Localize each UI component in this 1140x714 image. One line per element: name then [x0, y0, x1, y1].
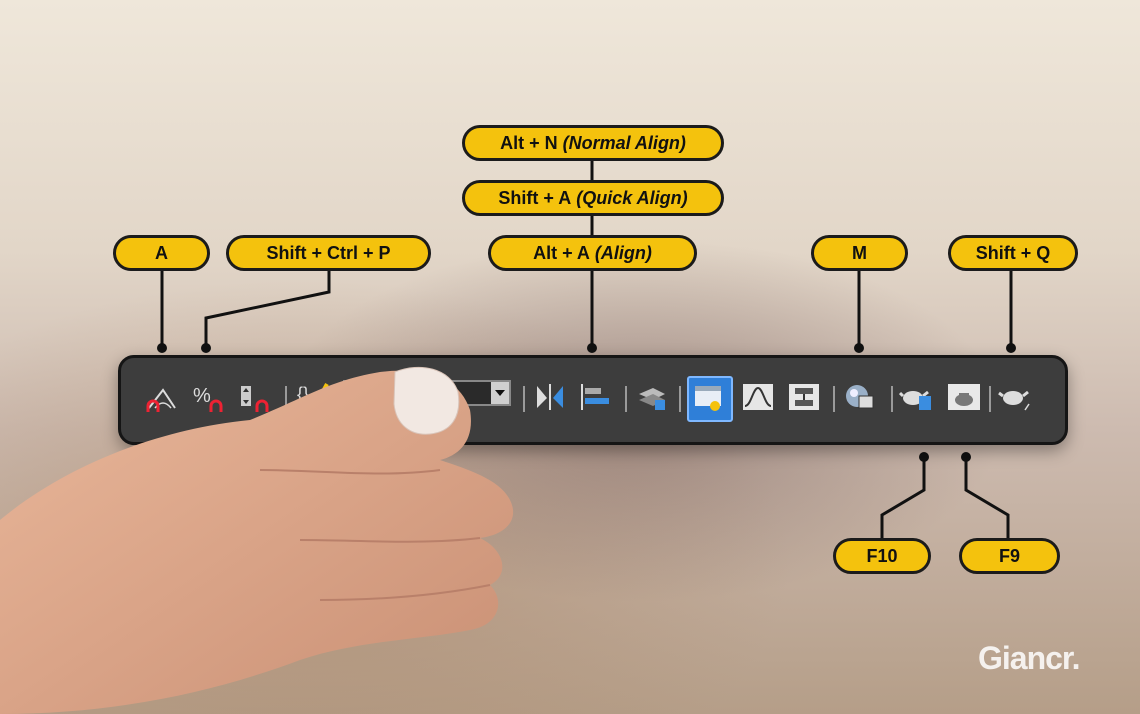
percent-snap-icon[interactable]: %	[191, 378, 229, 416]
shortcut-description: (Normal Align)	[562, 132, 686, 153]
toolbar-separator	[285, 386, 287, 412]
shortcut-tag-quick-render: Shift + Q	[948, 235, 1078, 271]
screenshot-canvas: A Shift + Ctrl + P Alt + N (Normal Align…	[0, 0, 1140, 714]
schematic-view-icon[interactable]	[785, 378, 823, 416]
shortcut-description: (Quick Align)	[576, 187, 688, 208]
toolbar-separator	[833, 386, 835, 412]
shortcut-keys: Shift + Ctrl + P	[266, 242, 391, 263]
angle-snap-icon[interactable]	[143, 378, 181, 416]
shortcut-tag-render-last: F9	[959, 538, 1060, 574]
svg-text:ABC: ABC	[303, 404, 322, 414]
toolbar-separator	[625, 386, 627, 412]
shortcut-tag-normal-align: Alt + N (Normal Align)	[462, 125, 724, 161]
shortcut-tag-quick-align: Shift + A (Quick Align)	[462, 180, 724, 216]
shortcut-description: (Align)	[594, 242, 652, 263]
shortcut-keys: Alt + A	[533, 242, 590, 263]
rendered-frame-window-icon[interactable]	[945, 378, 983, 416]
toolbar-separator	[523, 386, 525, 412]
align-icon[interactable]	[577, 378, 615, 416]
layer-manager-icon[interactable]	[633, 378, 671, 416]
shortcut-tag-material-editor: M	[811, 235, 908, 271]
mirror-icon[interactable]	[531, 378, 569, 416]
toolbar-separator	[989, 386, 991, 412]
chevron-down-icon[interactable]	[491, 382, 509, 404]
shortcut-tag-percent-snap: Shift + Ctrl + P	[226, 235, 431, 271]
shortcut-tag-render-setup: F10	[833, 538, 931, 574]
edit-named-selection-icon[interactable]: {} ABC	[295, 378, 333, 416]
spinner-snap-icon[interactable]	[237, 378, 275, 416]
shortcut-keys: Shift + A	[498, 187, 572, 208]
render-setup-icon[interactable]	[898, 378, 937, 416]
svg-text:{}: {}	[297, 384, 309, 404]
named-selection-set-value: Create Se	[350, 384, 418, 402]
shortcut-tag-angle-snap: A	[113, 235, 210, 271]
main-toolbar: % {} ABC Create Se	[118, 355, 1068, 445]
toolbar-separator	[679, 386, 681, 412]
watermark-logo: Giancr.	[978, 640, 1080, 676]
svg-text:%: %	[193, 385, 211, 407]
shortcut-keys: Alt + N	[500, 132, 558, 153]
shortcut-keys: F9	[998, 545, 1020, 566]
shortcut-keys: F10	[866, 545, 898, 566]
render-production-icon[interactable]	[995, 378, 1033, 416]
shortcut-keys: M	[852, 242, 867, 263]
material-editor-icon[interactable]	[841, 378, 879, 416]
shortcut-keys: Shift + Q	[975, 242, 1051, 263]
scene-explorer-icon[interactable]	[689, 378, 727, 416]
toolbar-separator	[891, 386, 893, 412]
named-selection-set-dropdown[interactable]: Create Se	[343, 380, 511, 406]
shortcut-tag-align: Alt + A (Align)	[488, 235, 697, 271]
curve-editor-icon[interactable]	[739, 378, 777, 416]
shortcut-keys: A	[155, 242, 168, 263]
